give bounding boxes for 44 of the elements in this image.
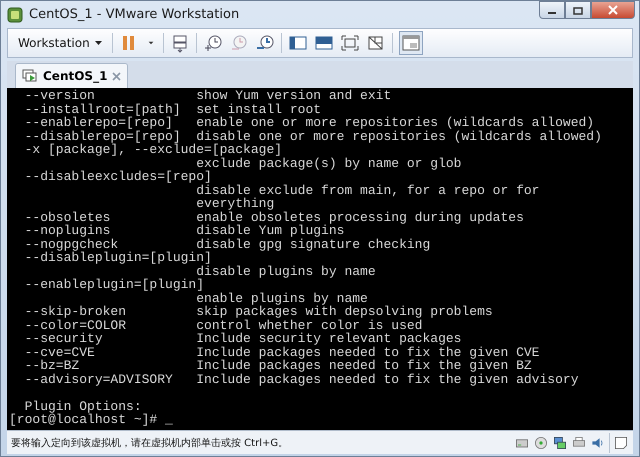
console-line: --bz=BZ Include packages needed to fix the given BZ: [24, 359, 533, 372]
console-line: -x [package], --exclude=[package]: [24, 143, 284, 156]
console-line: --disablerepo=[repo] disable one or more repositories (wildcards allowed): [24, 130, 603, 143]
console-line: --skip-broken skip packages with depsolving problems: [24, 305, 494, 318]
status-message: 要将输入定向到该虚拟机，请在虚拟机内部单击或按 Ctrl+G。: [11, 436, 290, 450]
close-icon[interactable]: [112, 72, 122, 80]
console-line: --disableplugin=[plugin]: [24, 251, 213, 264]
console-line: disable plugins by name: [196, 264, 377, 278]
console-line: --advisory=ADVISORY Include packages needed to fix the given advisory: [24, 372, 580, 386]
console-line: --cve=CVE Include packages needed to fix the given CVE: [24, 346, 540, 359]
console-line: --enableplugin=[plugin]: [24, 278, 206, 292]
console-line: exclude package(s) by name or glob: [196, 156, 462, 170]
maximize-button[interactable]: [565, 1, 591, 19]
app-icon: [7, 6, 23, 22]
vm-tab[interactable]: CentOS_1: [15, 63, 128, 88]
full-screen-icon[interactable]: [340, 33, 360, 53]
close-button[interactable]: [591, 1, 635, 19]
console-line: --installroot=[path] set install root: [24, 102, 322, 116]
console-line: everything: [195, 197, 276, 210]
console-line: --disableexcludes=[repo]: [24, 170, 213, 184]
console-line: --noplugins disable Yum plugins: [24, 224, 344, 238]
message-log-icon[interactable]: [613, 434, 629, 450]
workstation-menu[interactable]: Workstation: [14, 34, 106, 52]
snapshot-icon[interactable]: [202, 33, 223, 53]
minimize-button[interactable]: [539, 1, 565, 19]
tab-label: CentOS_1: [43, 69, 108, 83]
cd-drive-icon[interactable]: [533, 434, 549, 450]
window-title: CentOS_1 - VMware Workstation: [29, 7, 240, 22]
console-line: --obsoletes enable obsoletes processing during updates: [24, 210, 525, 224]
console-line: disable exclude from main, for a repo or for: [196, 184, 540, 197]
console-line: --version show Yum version and exit: [24, 89, 392, 102]
vm-icon: [22, 68, 38, 84]
console-line: --enablerepo=[repo] enable one or more repositories (wildcards allowed): [24, 116, 596, 130]
console-line: enable plugins by name: [196, 292, 369, 305]
close-icon: [608, 4, 618, 14]
console-screen[interactable]: [7, 88, 633, 430]
console-line: Plugin Options:: [24, 400, 143, 413]
network-icon[interactable]: [552, 434, 568, 450]
console-line: --nogpgcheck disable gpg signature checking: [24, 238, 432, 251]
console-line: --color=COLOR control whether color is used: [24, 318, 424, 332]
console-line: --security Include security relevant packages: [24, 332, 462, 346]
maximize-icon: [573, 6, 583, 14]
caret-icon: [94, 41, 102, 45]
shell-prompt: [root@localhost ~]# _: [9, 413, 174, 426]
